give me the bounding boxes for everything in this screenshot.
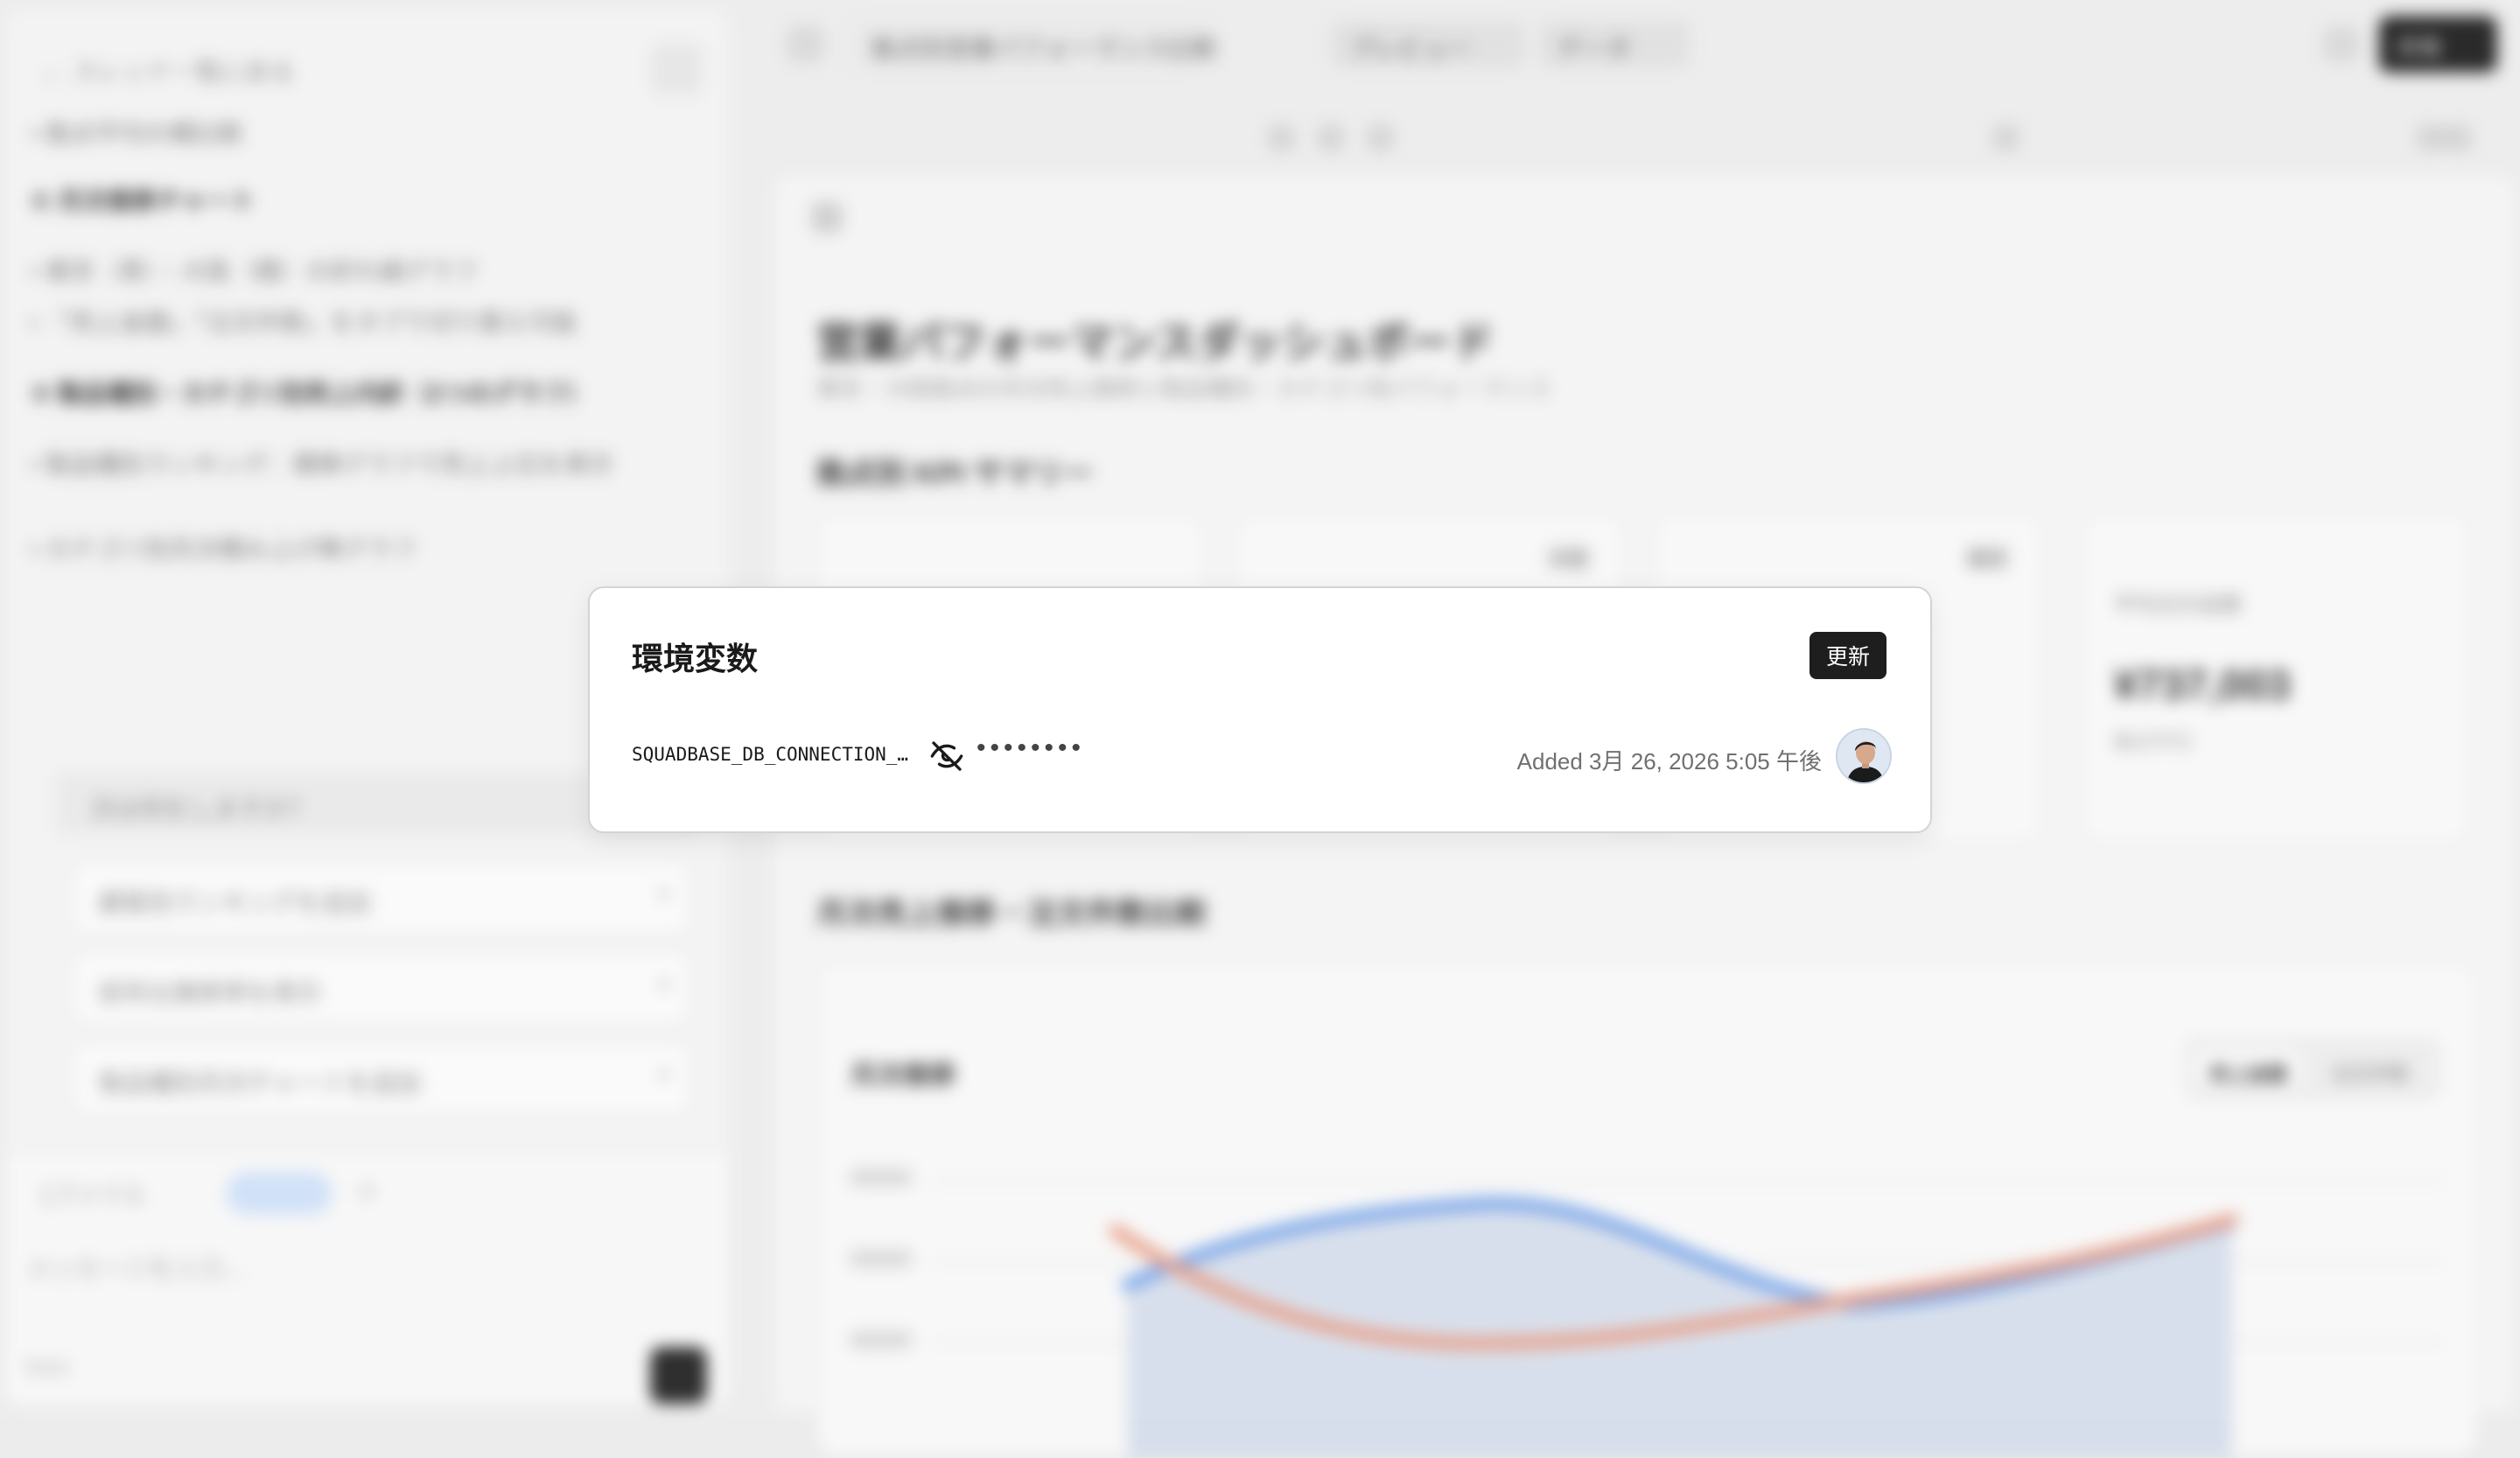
env-var-row: SQUADBASE_DB_CONNECTION_… •••••••• Added… (632, 721, 1892, 791)
update-button[interactable]: 更新 (1810, 632, 1886, 679)
eye-off-icon[interactable] (929, 739, 964, 774)
user-avatar (1836, 728, 1892, 784)
modal-title: 環境変数 (632, 641, 759, 676)
masked-value: •••••••• (976, 733, 1086, 762)
env-var-name: SQUADBASE_DB_CONNECTION_… (632, 744, 909, 765)
added-timestamp: Added 3月 26, 2026 5:05 午後 (1516, 748, 1822, 775)
env-vars-modal: 環境変数 更新 SQUADBASE_DB_CONNECTION_… ••••••… (588, 586, 1932, 833)
